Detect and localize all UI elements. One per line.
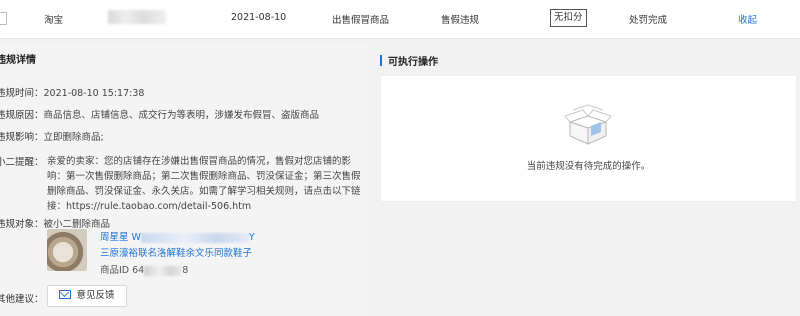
date-cell: 2021-08-10 (231, 12, 287, 23)
product-thumbnail (47, 229, 87, 271)
product-id-line: 商品ID 64 8 (100, 262, 188, 276)
suggestion-label: 其他建议： (0, 294, 44, 305)
object-label: 违规对象： (0, 219, 44, 230)
redacted-shop-name (108, 10, 166, 24)
actions-title: 可执行操作 (388, 57, 438, 68)
tip-label: 小二提醒： (0, 157, 44, 168)
details-title: 违规详情 (0, 55, 36, 66)
product-title-line1[interactable]: 周星星 W Y (100, 229, 255, 243)
violation-object-row: 违规对象：被小二删除商品 (0, 216, 110, 230)
row-checkbox[interactable] (0, 12, 7, 25)
product-id-label: 商品ID 64 (100, 265, 145, 276)
deleted-product-item: 周星星 W Y 三原濠裕联名洛解鞋余文乐同款鞋子 商品ID 64 8 (47, 229, 347, 279)
violation-type-cell: 出售假冒商品 (332, 15, 390, 26)
tip-body: 亲爱的卖家：您的店铺存在涉嫌出售假冒商品的情况，售假对您店铺的影响：第一次售假删… (47, 156, 361, 212)
time-label: 违规时间： (0, 88, 44, 99)
status-cell: 处罚完成 (629, 15, 668, 26)
redacted-product-text (140, 232, 249, 243)
impact-value: 立即删除商品; (43, 132, 104, 143)
violation-summary-row: 淘宝 2021-08-10 出售假冒商品 售假违规 无扣分 处罚完成 收起 (0, 0, 800, 39)
violation-impact-row: 违规影响：立即删除商品; (0, 129, 104, 143)
feedback-button[interactable]: 意见反馈 (47, 285, 127, 307)
severity-cell: 售假违规 (441, 15, 480, 26)
section-accent-bar (380, 55, 382, 66)
product-title-suffix: Y (248, 232, 255, 243)
reason-label: 违规原因： (0, 110, 44, 121)
violation-time-row: 违规时间：2021-08-10 15:17:38 (0, 85, 144, 99)
penalty-badge: 无扣分 (550, 9, 587, 27)
product-title-prefix: 周星星 W (100, 232, 141, 243)
platform-cell: 淘宝 (44, 15, 64, 26)
redacted-product-id (144, 265, 183, 276)
reason-value: 商品信息、店铺信息、成交行为等表明，涉嫌发布假冒、盗版商品 (43, 110, 320, 121)
feedback-label: 意见反馈 (76, 290, 115, 301)
mail-icon (59, 290, 72, 299)
actions-card: 当前违规没有待完成的操作。 (380, 75, 797, 202)
impact-label: 违规影响： (0, 132, 44, 143)
violation-details-panel: 违规详情 违规时间：2021-08-10 15:17:38 违规原因：商品信息、… (0, 44, 369, 316)
product-id-suffix: 8 (182, 265, 189, 276)
collapse-link[interactable]: 收起 (738, 12, 757, 26)
actions-header: 可执行操作 (378, 44, 800, 74)
empty-state-text: 当前违规没有待完成的操作。 (526, 161, 651, 172)
empty-box-icon (564, 104, 612, 145)
time-value: 2021-08-10 15:17:38 (43, 88, 145, 99)
violation-reason-row: 违规原因：商品信息、店铺信息、成交行为等表明，涉嫌发布假冒、盗版商品 (0, 107, 319, 121)
product-title-line2[interactable]: 三原濠裕联名洛解鞋余文乐同款鞋子 (100, 245, 252, 259)
